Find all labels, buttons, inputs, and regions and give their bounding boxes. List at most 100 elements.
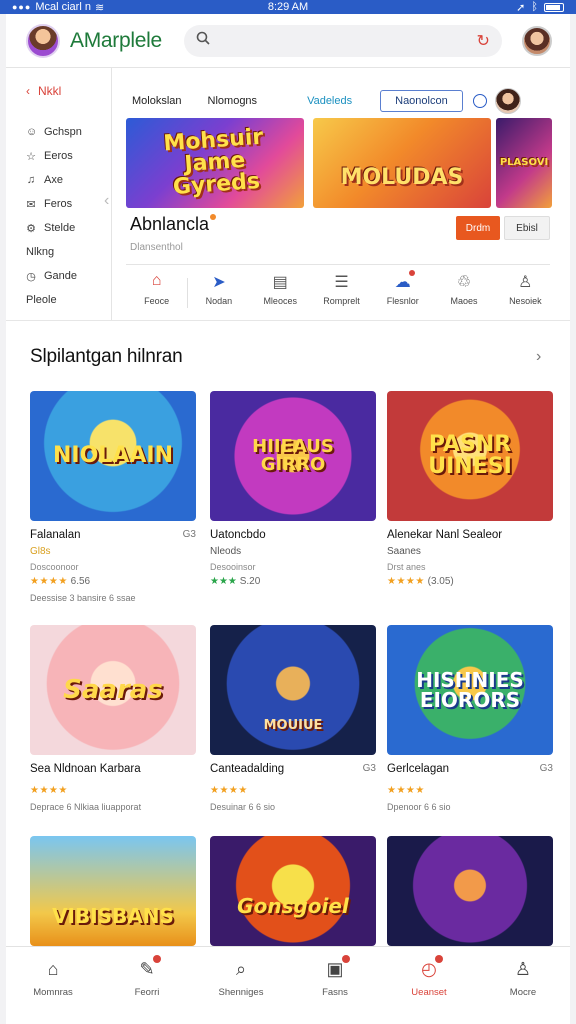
tab-label: Fasns [322, 987, 348, 998]
clock: 8:29 AM [267, 1, 309, 13]
mail-icon: ✉ [26, 198, 36, 211]
game-thumbnail[interactable]: HIIEAUS GIRRO [210, 391, 376, 521]
rating-score: 6.56 [70, 576, 91, 587]
game-title: Alenekar Nanl Sealeor [387, 529, 503, 541]
rating: ★★★★ (3.05) [387, 576, 553, 587]
sidebar-item-6[interactable]: Nlkng [26, 240, 111, 264]
sidebar-item-label: Gande [44, 270, 78, 282]
rating-stars: ★★★★ [387, 576, 425, 587]
banner-3[interactable]: PLASOVI [496, 118, 552, 208]
recycle-icon: ♲ [456, 274, 472, 291]
game-tag: G3 [182, 529, 196, 540]
rating: ★★★★ [30, 785, 196, 796]
game-card[interactable]: HIIEAUS GIRRO Uatoncbdo Nleods Desooinso… [210, 391, 376, 587]
tab-1[interactable]: Molokslan [132, 95, 182, 107]
sidebar-item-7[interactable]: ◷ Gande [26, 264, 111, 288]
tab-label: Mocre [509, 987, 537, 998]
carrier-name: Mcal ciarl n [35, 1, 91, 13]
chevron-left-icon[interactable]: ‹ [104, 192, 109, 210]
tab-search[interactable]: ⌕ Shenniges [194, 959, 288, 1024]
search-input[interactable] [217, 24, 477, 57]
quick-action-label: Nodan [205, 296, 233, 306]
game-card[interactable]: NIOLAAIN Falanalan G3 Gl8s Doscoonoor ★★★… [30, 391, 196, 603]
home-icon: ⌂ [151, 272, 162, 289]
game-card[interactable]: Gonsgoiel [210, 836, 376, 946]
game-title-row: Canteadalding G3 [210, 763, 376, 775]
game-card[interactable]: PASNR UINESI Alenekar Nanl Sealeor Saane… [387, 391, 553, 587]
game-thumbnail[interactable]: VIBISBANS [30, 836, 196, 946]
rating-stars: ★★★★ [30, 576, 68, 587]
tab-gallery[interactable]: ▣ Fasns [288, 955, 382, 1024]
game-title: Gerlcelagan [387, 763, 450, 775]
quick-action-4[interactable]: ☰ Romprelt [311, 272, 372, 314]
rating-stars: ★★★★ [30, 785, 68, 796]
banner-title: Mohsuir Jame Gyreds [162, 124, 265, 200]
nav-avatar[interactable] [494, 88, 521, 114]
notification-badge [408, 270, 415, 276]
quick-action-1[interactable]: ⌂ Feoce [126, 272, 187, 314]
banner-1[interactable]: Mohsuir Jame Gyreds [126, 118, 304, 208]
tab-edit[interactable]: ✎ Feorri [100, 955, 194, 1024]
quick-actions: ⌂ Feoce ➤ Nodan ▤ Mleoces ☰ Romprelt ☁ Flesnl… [126, 270, 556, 314]
banner-title: PLASOVI [499, 157, 549, 168]
sidebar-item-8[interactable]: Pleole [26, 288, 111, 312]
game-thumbnail[interactable]: Saaras [30, 625, 196, 755]
sidebar-header[interactable]: ‹ Nkkl [26, 84, 111, 98]
game-card[interactable]: MOUIUE Canteadalding G3 ★★★★ Desuinar 6 6… [210, 625, 376, 812]
banner-2[interactable]: MOLUDAS [313, 118, 491, 208]
refresh-icon[interactable]: ↻ [476, 31, 489, 51]
game-title-row: Alenekar Nanl Sealeor [387, 529, 553, 541]
chevron-right-icon[interactable]: › [536, 348, 541, 366]
search-bar[interactable]: ↻ [183, 24, 502, 57]
game-card[interactable] [387, 836, 553, 946]
game-card[interactable]: HISHNIES EIORORS Gerlcelagan G3 ★★★★ Dpen… [387, 625, 553, 812]
quick-action-5[interactable]: ☁ Flesnlor [372, 270, 433, 314]
send-icon: ➤ [212, 274, 226, 291]
sidebar-item-label: Nlkng [26, 246, 55, 258]
quick-action-6[interactable]: ♲ Maoes [433, 272, 494, 314]
home-icon: ⌂ [47, 959, 59, 979]
location-icon: ➚ [516, 1, 526, 14]
notification-badge [152, 955, 161, 963]
smiley-icon[interactable] [472, 94, 487, 108]
profile-avatar[interactable] [522, 25, 552, 56]
game-card[interactable]: Saaras Sea Nldnoan Karbara ★★★★ Deprace … [30, 625, 196, 812]
game-thumbnail[interactable]: MOUIUE [210, 625, 376, 755]
brand-logo: AMarplele [70, 28, 162, 52]
search-icon: ⌕ [235, 959, 247, 979]
profile-icon: ♙ [514, 959, 532, 979]
pill-button[interactable]: Naonolcon [380, 90, 463, 112]
game-meta: Desooinsor [210, 562, 256, 572]
quick-action-3[interactable]: ▤ Mleoces [250, 272, 311, 314]
game-thumbnail[interactable]: NIOLAAIN [30, 391, 196, 521]
secondary-button[interactable]: Ebisl [504, 216, 550, 240]
signal-icon: ●●● [12, 2, 32, 12]
primary-button[interactable]: Drdm [456, 216, 500, 240]
tab-active[interactable]: Vadeleds [307, 95, 352, 107]
sidebar-item-1[interactable]: ☺ Gchspn [26, 120, 111, 144]
sidebar-item-2[interactable]: ☆ Eeros [26, 144, 111, 168]
sidebar-item-label: Axe [44, 174, 63, 186]
tab-profile[interactable]: ♙ Mocre [476, 959, 570, 1024]
game-card[interactable]: VIBISBANS [30, 836, 196, 946]
sidebar-item-5[interactable]: ⚙ Stelde [26, 216, 111, 240]
tab-home[interactable]: ⌂ Momnras [6, 959, 100, 1024]
tab-notifications[interactable]: ◴ Ueanset [382, 955, 476, 1024]
user-avatar[interactable] [26, 23, 60, 58]
game-title: Canteadalding [210, 763, 285, 775]
sidebar-item-4[interactable]: ✉ Feros [26, 192, 111, 216]
thumbnail-title: HIIEAUS GIRRO [252, 436, 334, 475]
quick-action-7[interactable]: ♙ Nesoiek [495, 272, 556, 314]
image-icon: ▣ [326, 955, 350, 981]
sidebar-item-3[interactable]: ♫ Axe [26, 168, 111, 192]
game-thumbnail[interactable]: Gonsgoiel [210, 836, 376, 946]
game-thumbnail[interactable]: PASNR UINESI [387, 391, 553, 521]
game-thumbnail[interactable] [387, 836, 553, 946]
quick-action-2[interactable]: ➤ Nodan [188, 272, 249, 314]
sidebar-item-label: Stelde [44, 222, 76, 234]
game-meta: Drst anes [387, 562, 426, 572]
divider [126, 264, 550, 265]
tab-2[interactable]: Nlomogns [208, 95, 258, 107]
game-thumbnail[interactable]: HISHNIES EIORORS [387, 625, 553, 755]
user-circle-icon: ☺ [26, 126, 38, 138]
